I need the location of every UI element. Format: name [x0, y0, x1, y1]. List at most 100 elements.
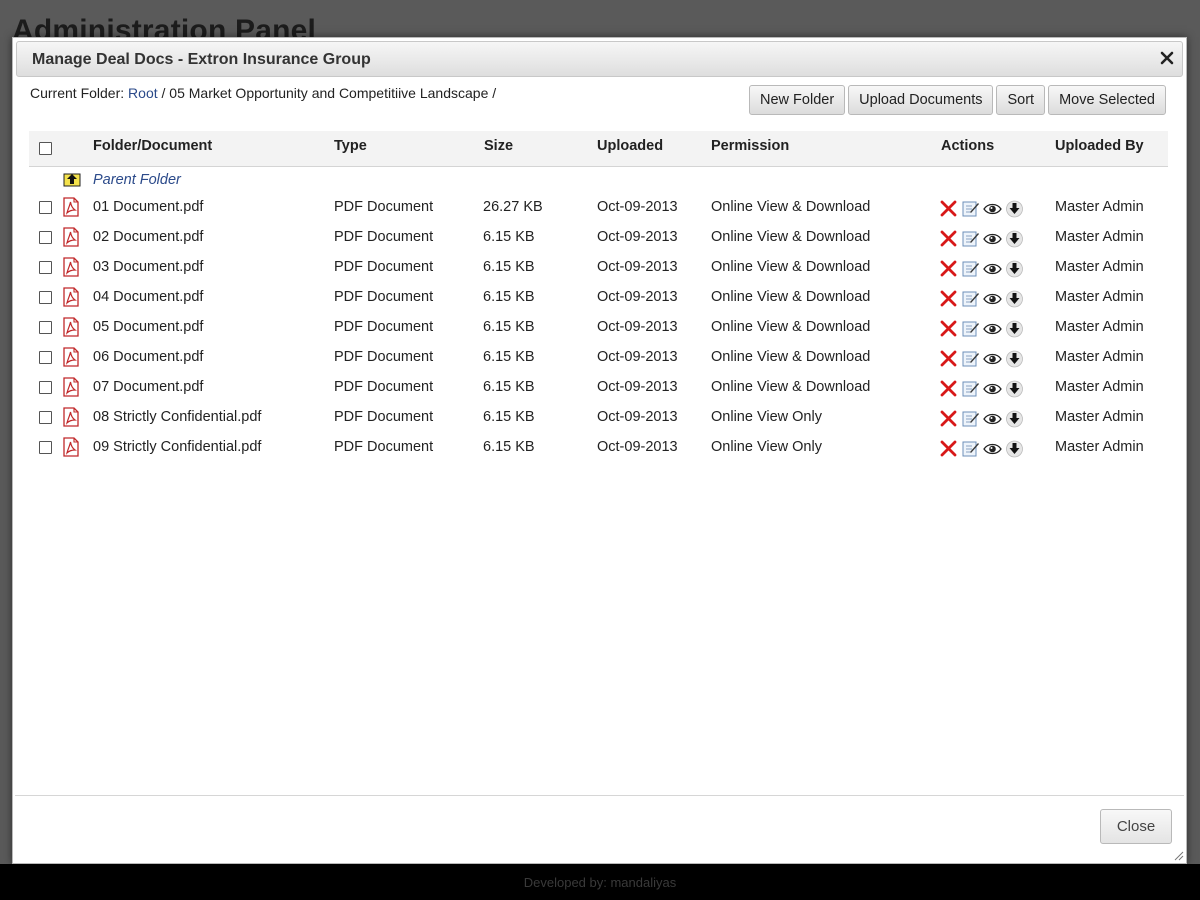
close-icon[interactable] [1160, 51, 1174, 65]
table-row[interactable]: 07 Document.pdf PDF Document 6.15 KB Oct-09… [29, 373, 1168, 403]
table-row[interactable]: 04 Document.pdf PDF Document 6.15 KB Oct-09… [29, 283, 1168, 313]
edit-icon[interactable] [961, 229, 980, 248]
folder-up-icon[interactable] [63, 171, 81, 187]
breadcrumb-root-link[interactable]: Root [128, 85, 158, 101]
delete-icon[interactable] [939, 379, 958, 398]
view-icon[interactable] [983, 289, 1002, 308]
dialog-titlebar[interactable]: Manage Deal Docs - Extron Insurance Grou… [16, 41, 1183, 77]
download-icon[interactable] [1005, 229, 1024, 248]
document-permission: Online View & Download [711, 289, 871, 305]
delete-icon[interactable] [939, 409, 958, 428]
row-checkbox[interactable] [39, 261, 52, 274]
pdf-icon [63, 257, 79, 277]
table-row[interactable]: 02 Document.pdf PDF Document 6.15 KB Oct-09… [29, 223, 1168, 253]
view-icon[interactable] [983, 319, 1002, 338]
document-uploaded-by: Master Admin [1055, 199, 1144, 215]
table-row[interactable]: 08 Strictly Confidential.pdf PDF Document… [29, 403, 1168, 433]
row-checkbox[interactable] [39, 321, 52, 334]
delete-icon[interactable] [939, 439, 958, 458]
upload-documents-button[interactable]: Upload Documents [848, 85, 994, 115]
document-uploaded-by: Master Admin [1055, 229, 1144, 245]
document-name-link[interactable]: 06 Document.pdf [93, 349, 203, 365]
parent-folder-link[interactable]: Parent Folder [93, 172, 181, 188]
row-checkbox[interactable] [39, 201, 52, 214]
document-name-link[interactable]: 03 Document.pdf [93, 259, 203, 275]
document-uploaded-date: Oct-09-2013 [597, 439, 678, 455]
delete-icon[interactable] [939, 349, 958, 368]
row-actions [939, 379, 1024, 398]
edit-icon[interactable] [961, 199, 980, 218]
view-icon[interactable] [983, 229, 1002, 248]
view-icon[interactable] [983, 259, 1002, 278]
header-uploaded[interactable]: Uploaded [597, 138, 663, 154]
table-row[interactable]: 09 Strictly Confidential.pdf PDF Document… [29, 433, 1168, 463]
toolbar: New Folder Upload Documents Sort Move Se… [749, 85, 1166, 115]
view-icon[interactable] [983, 379, 1002, 398]
row-checkbox[interactable] [39, 231, 52, 244]
delete-icon[interactable] [939, 229, 958, 248]
download-icon[interactable] [1005, 199, 1024, 218]
row-actions [939, 259, 1024, 278]
download-icon[interactable] [1005, 259, 1024, 278]
download-icon[interactable] [1005, 319, 1024, 338]
documents-table: Folder/Document Type Size Uploaded Permi… [29, 131, 1168, 463]
new-folder-button[interactable]: New Folder [749, 85, 846, 115]
parent-folder-row[interactable]: Parent Folder [29, 167, 1168, 193]
move-selected-button[interactable]: Move Selected [1048, 85, 1166, 115]
view-icon[interactable] [983, 409, 1002, 428]
table-row[interactable]: 06 Document.pdf PDF Document 6.15 KB Oct-09… [29, 343, 1168, 373]
row-actions [939, 319, 1024, 338]
document-name-link[interactable]: 08 Strictly Confidential.pdf [93, 409, 261, 425]
view-icon[interactable] [983, 439, 1002, 458]
pdf-icon [63, 377, 79, 397]
document-name-link[interactable]: 01 Document.pdf [93, 199, 203, 215]
download-icon[interactable] [1005, 289, 1024, 308]
document-uploaded-by: Master Admin [1055, 259, 1144, 275]
view-icon[interactable] [983, 199, 1002, 218]
table-row[interactable]: 01 Document.pdf PDF Document 26.27 KB Oct-0… [29, 193, 1168, 223]
delete-icon[interactable] [939, 289, 958, 308]
resize-grip-icon[interactable] [1172, 849, 1184, 861]
row-checkbox[interactable] [39, 381, 52, 394]
close-button[interactable]: Close [1100, 809, 1172, 844]
download-icon[interactable] [1005, 409, 1024, 428]
row-actions [939, 229, 1024, 248]
edit-icon[interactable] [961, 289, 980, 308]
edit-icon[interactable] [961, 439, 980, 458]
header-size[interactable]: Size [484, 138, 513, 154]
row-checkbox[interactable] [39, 441, 52, 454]
delete-icon[interactable] [939, 319, 958, 338]
document-permission: Online View & Download [711, 319, 871, 335]
sort-button[interactable]: Sort [996, 85, 1046, 115]
view-icon[interactable] [983, 349, 1002, 368]
document-name-link[interactable]: 04 Document.pdf [93, 289, 203, 305]
row-checkbox[interactable] [39, 411, 52, 424]
download-icon[interactable] [1005, 379, 1024, 398]
edit-icon[interactable] [961, 409, 980, 428]
document-type: PDF Document [334, 349, 434, 365]
header-type[interactable]: Type [334, 138, 367, 154]
header-folder-document[interactable]: Folder/Document [93, 138, 212, 154]
document-name-link[interactable]: 02 Document.pdf [93, 229, 203, 245]
delete-icon[interactable] [939, 259, 958, 278]
edit-icon[interactable] [961, 259, 980, 278]
document-name-link[interactable]: 07 Document.pdf [93, 379, 203, 395]
document-name-link[interactable]: 09 Strictly Confidential.pdf [93, 439, 261, 455]
download-icon[interactable] [1005, 439, 1024, 458]
delete-icon[interactable] [939, 199, 958, 218]
edit-icon[interactable] [961, 319, 980, 338]
document-uploaded-date: Oct-09-2013 [597, 379, 678, 395]
pdf-icon [63, 347, 79, 367]
document-type: PDF Document [334, 259, 434, 275]
header-permission[interactable]: Permission [711, 138, 789, 154]
select-all-checkbox[interactable] [39, 142, 52, 155]
download-icon[interactable] [1005, 349, 1024, 368]
row-checkbox[interactable] [39, 351, 52, 364]
table-row[interactable]: 05 Document.pdf PDF Document 6.15 KB Oct-09… [29, 313, 1168, 343]
header-uploaded-by[interactable]: Uploaded By [1055, 138, 1144, 154]
edit-icon[interactable] [961, 349, 980, 368]
document-name-link[interactable]: 05 Document.pdf [93, 319, 203, 335]
row-checkbox[interactable] [39, 291, 52, 304]
table-row[interactable]: 03 Document.pdf PDF Document 6.15 KB Oct-09… [29, 253, 1168, 283]
edit-icon[interactable] [961, 379, 980, 398]
